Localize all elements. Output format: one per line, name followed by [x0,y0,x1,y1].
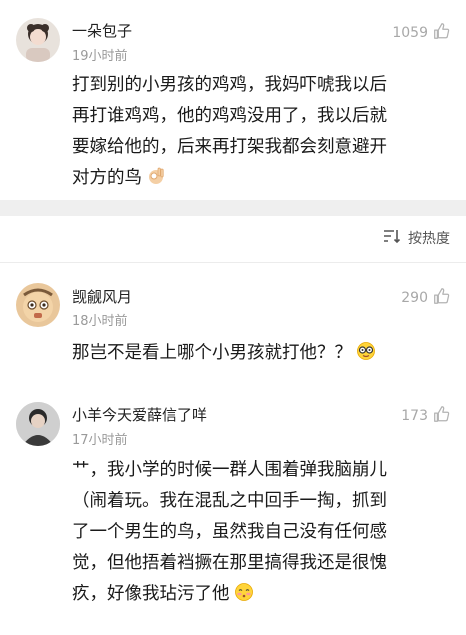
like-count: 173 [401,408,428,424]
username[interactable]: 觊觎风月 [72,286,132,307]
like-count: 290 [401,290,428,306]
sort-toggle[interactable]: 按热度 [382,228,450,248]
like-button[interactable]: 290 [401,287,450,309]
comment-line: 觉，但他捂着裆撅在那里搞得我还是很愧 [72,553,387,573]
timestamp: 17小时前 [72,433,128,448]
timestamp: 18小时前 [72,314,128,329]
glasses-face-emoji [356,341,376,361]
comment-text: 艹，我小学的时候一群人围着弹我脑崩儿 （闹着玩。我在混乱之中回手一掏，抓到 了一… [72,455,456,610]
comment-line-last: 对方的鸟 [72,163,452,194]
username[interactable]: 一朵包子 [72,20,132,41]
thumbs-up-icon [432,405,450,427]
comment-line: （闹着玩。我在混乱之中回手一掏，抓到 [72,491,387,511]
comment-line: 要嫁给他的，后来再打架我都会刻意避开 [72,137,387,157]
section-divider [0,200,466,216]
sortbar-divider [0,262,466,263]
blush-face-emoji [234,582,254,602]
like-count: 1059 [392,25,428,41]
comment-line-last: 疚，好像我玷污了他 [72,579,456,610]
avatar[interactable] [16,283,60,327]
like-button[interactable]: 173 [401,405,450,427]
like-button[interactable]: 1059 [392,22,450,44]
ok-hand-emoji [146,166,166,186]
comment-line: 艹，我小学的时候一群人围着弹我脑崩儿 [72,460,387,480]
comment-line: 再打谁鸡鸡，他的鸡鸡没用了，我以后就 [72,106,387,126]
timestamp: 19小时前 [72,49,128,64]
thumbs-up-icon [432,287,450,309]
comment-text: 那岂不是看上哪个小男孩就打他？？ [72,338,452,369]
avatar[interactable] [16,402,60,446]
thumbs-up-icon [432,22,450,44]
sort-icon [382,228,402,248]
comment-line: 打到别的小男孩的鸡鸡，我妈吓唬我以后 [72,75,387,95]
comment-line-last: 那岂不是看上哪个小男孩就打他？？ [72,338,452,369]
sort-label: 按热度 [408,231,450,247]
avatar[interactable] [16,18,60,62]
username[interactable]: 小羊今天爱薛信了咩 [72,404,207,425]
comment-text: 打到别的小男孩的鸡鸡，我妈吓唬我以后 再打谁鸡鸡，他的鸡鸡没用了，我以后就 要嫁… [72,70,452,194]
comment-line: 了一个男生的鸟，虽然我自己没有任何感 [72,522,387,542]
